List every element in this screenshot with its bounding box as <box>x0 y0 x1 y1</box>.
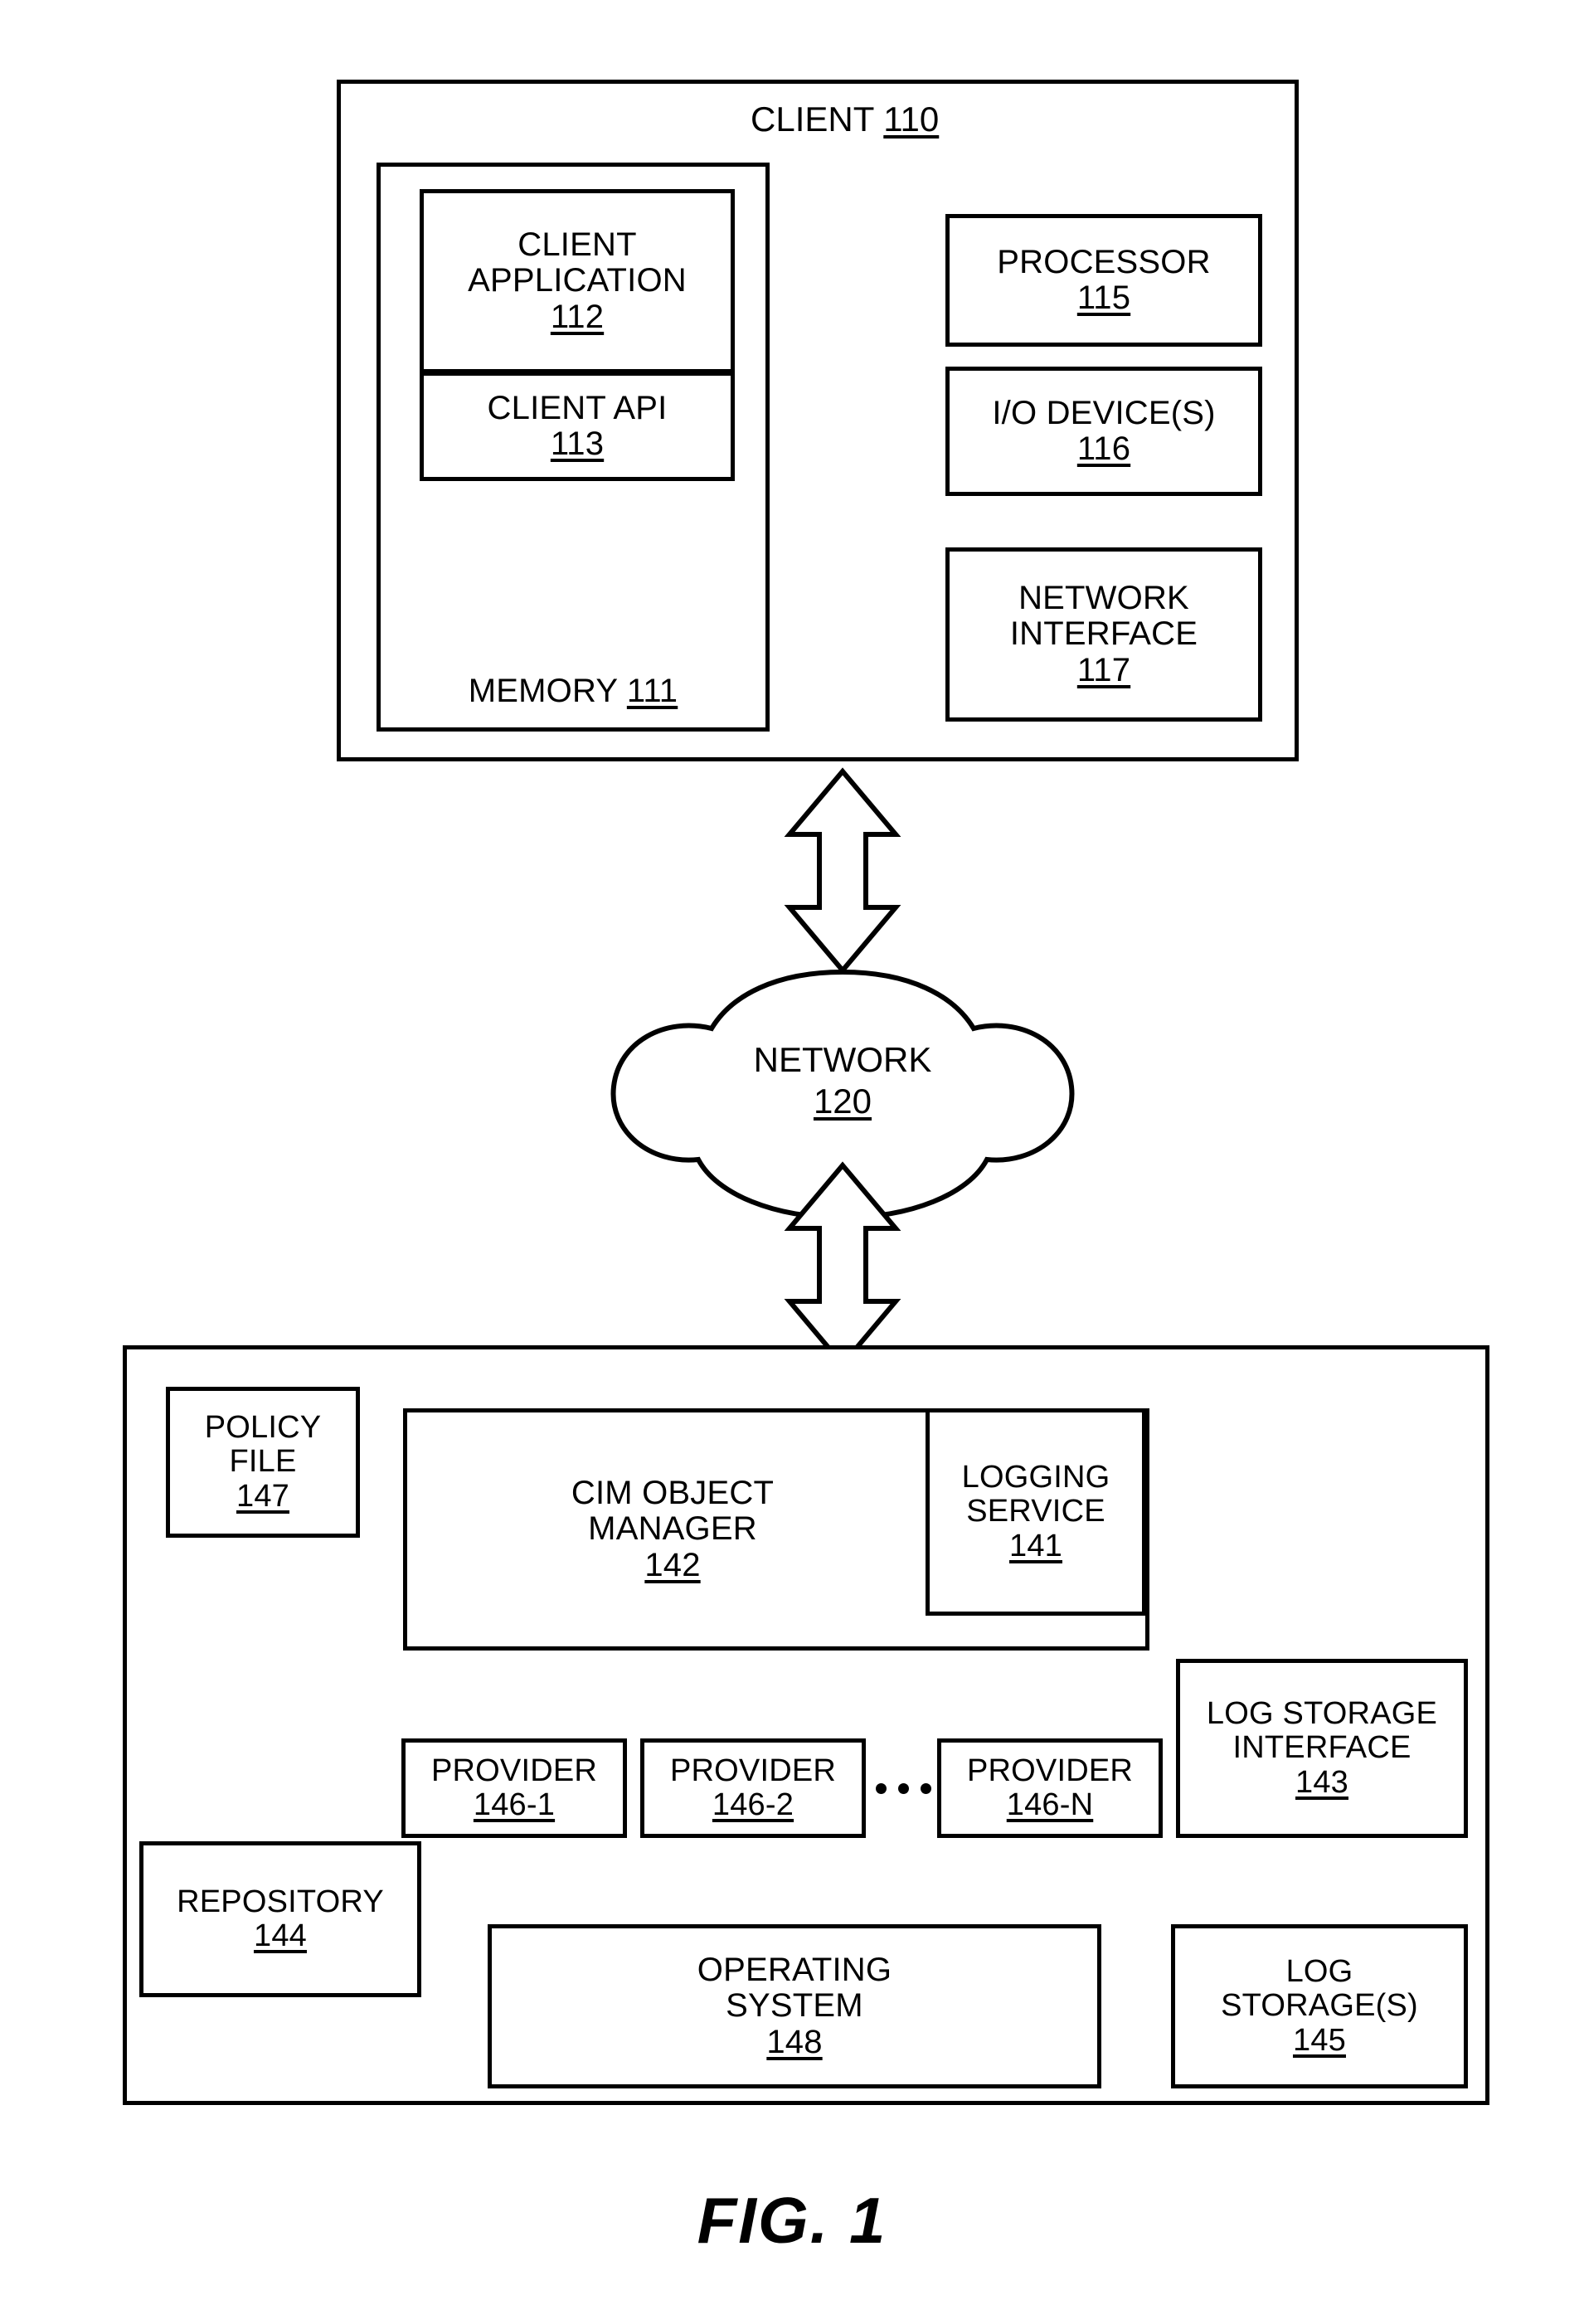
provider-box-1: PROVIDER 146-1 <box>401 1738 627 1838</box>
operating-system-num: 148 <box>766 2023 823 2060</box>
provider-1-label: PROVIDER <box>430 1753 598 1788</box>
logging-service-box: LOGGING SERVICE 141 <box>926 1408 1146 1616</box>
client-api-num: 113 <box>550 425 605 462</box>
processor-num: 115 <box>1076 280 1131 316</box>
operating-system-line1: OPERATING <box>697 1952 892 1989</box>
logging-service-line2: SERVICE <box>966 1494 1105 1529</box>
provider-box-n: PROVIDER 146-N <box>937 1738 1163 1838</box>
memory-label: MEMORY 111 <box>469 673 678 709</box>
client-api-box: CLIENT API 113 <box>420 372 735 481</box>
processor-label: PROCESSOR <box>997 243 1211 280</box>
network-interface-line2: INTERFACE <box>1009 615 1198 653</box>
io-devices-num: 116 <box>1076 430 1131 467</box>
client-application-num: 112 <box>550 298 605 335</box>
client-title-num: 110 <box>883 100 940 139</box>
network-interface-box: NETWORK INTERFACE 117 <box>945 547 1262 722</box>
repository-label: REPOSITORY <box>177 1884 384 1919</box>
ellipsis-dot-3 <box>921 1783 931 1794</box>
io-devices-box: I/O DEVICE(S) 116 <box>945 367 1262 496</box>
policy-file-line2: FILE <box>229 1444 297 1480</box>
log-storages-num: 145 <box>1292 2022 1346 2058</box>
io-devices-label: I/O DEVICE(S) <box>992 394 1216 431</box>
logging-service-line1: LOGGING <box>961 1460 1110 1495</box>
log-storages-box: LOG STORAGE(S) 145 <box>1171 1924 1468 2088</box>
policy-file-box: POLICY FILE 147 <box>166 1387 360 1538</box>
figure-caption: FIG. 1 <box>697 2184 887 2257</box>
memory-label-text: MEMORY <box>468 672 618 709</box>
policy-file-line1: POLICY <box>204 1410 322 1446</box>
cim-object-manager-line1: CIM OBJECT <box>571 1475 775 1512</box>
ellipsis-dot-2 <box>898 1783 909 1794</box>
provider-n-label: PROVIDER <box>966 1753 1134 1788</box>
ellipsis-dot-1 <box>876 1783 887 1794</box>
provider-2-label: PROVIDER <box>669 1753 837 1788</box>
network-cloud-label-text: NETWORK <box>753 1040 932 1079</box>
client-application-box: CLIENT APPLICATION 112 <box>420 189 735 373</box>
client-application-line2: APPLICATION <box>468 262 687 299</box>
cim-object-manager-num: 142 <box>644 1546 701 1583</box>
network-interface-line1: NETWORK <box>1018 580 1189 617</box>
operating-system-line2: SYSTEM <box>726 1987 863 2025</box>
cim-object-manager-line2: MANAGER <box>588 1510 757 1548</box>
provider-2-num: 146-2 <box>712 1787 794 1822</box>
log-storages-line2: STORAGE(S) <box>1221 1988 1418 2024</box>
provider-box-2: PROVIDER 146-2 <box>640 1738 866 1838</box>
log-storage-interface-line1: LOG STORAGE <box>1206 1696 1438 1732</box>
provider-ellipsis <box>876 1783 931 1794</box>
log-storages-line1: LOG <box>1285 1954 1353 1990</box>
memory-label-num: 111 <box>626 672 678 709</box>
client-title: CLIENT 110 <box>751 100 939 139</box>
client-application-line1: CLIENT <box>517 226 637 264</box>
provider-n-num: 146-N <box>1006 1787 1094 1822</box>
repository-box: REPOSITORY 144 <box>139 1841 421 1997</box>
network-cloud-label: NETWORK 120 <box>754 1040 932 1121</box>
logging-service-num: 141 <box>1008 1528 1062 1563</box>
operating-system-box: OPERATING SYSTEM 148 <box>488 1924 1101 2088</box>
patent-figure-1: CLIENT 110 MEMORY 111 CLIENT APPLICATION… <box>0 0 1584 2324</box>
provider-1-num: 146-1 <box>473 1787 556 1822</box>
processor-box: PROCESSOR 115 <box>945 214 1262 347</box>
log-storage-interface-num: 143 <box>1295 1764 1348 1800</box>
network-interface-num: 117 <box>1076 651 1131 688</box>
client-api-line1: CLIENT API <box>487 389 668 426</box>
client-network-block-arrow <box>784 767 901 975</box>
policy-file-num: 147 <box>236 1478 289 1514</box>
network-cloud-label-num: 120 <box>813 1082 872 1121</box>
log-storage-interface-line2: INTERFACE <box>1232 1730 1412 1766</box>
repository-num: 144 <box>253 1918 307 1953</box>
client-title-label: CLIENT <box>751 100 874 139</box>
log-storage-interface-box: LOG STORAGE INTERFACE 143 <box>1176 1659 1468 1838</box>
